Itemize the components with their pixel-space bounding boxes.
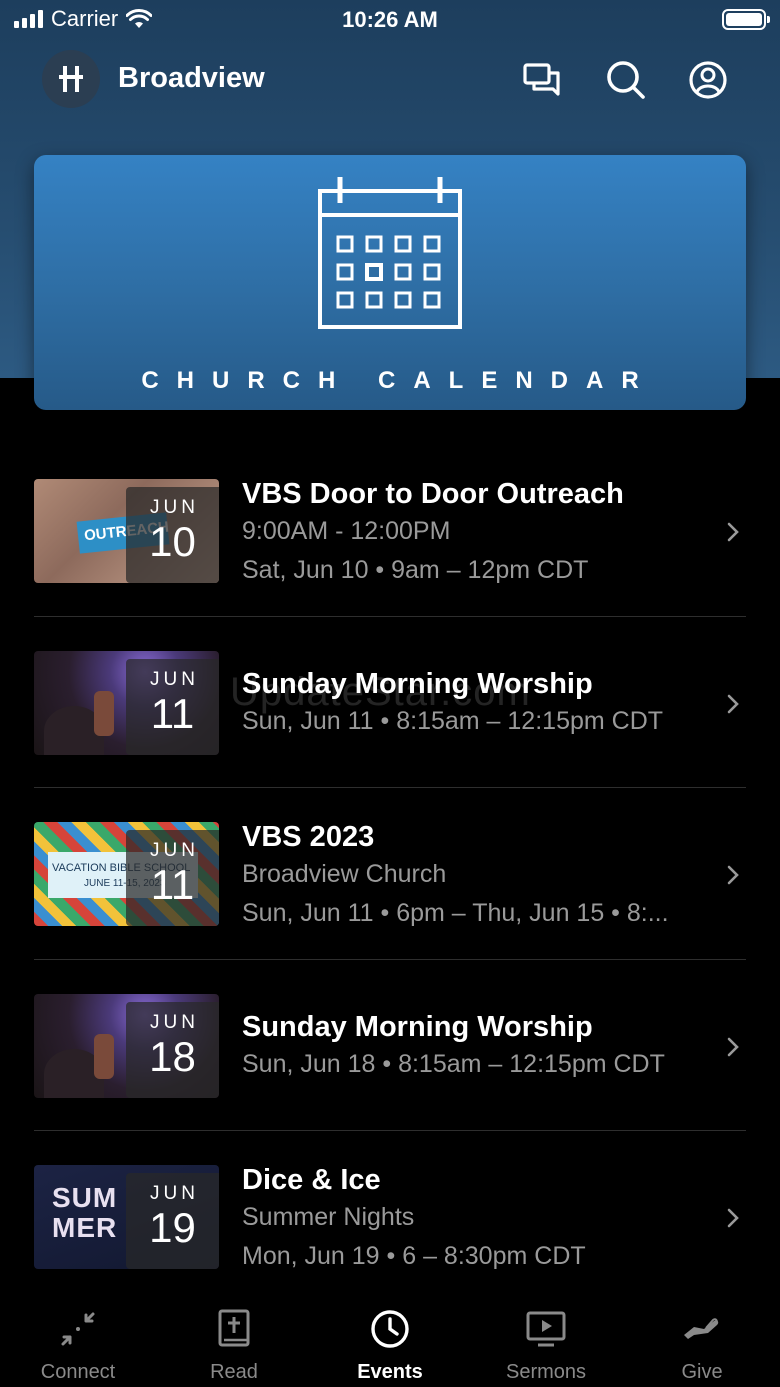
event-datetime: Sat, Jun 10 • 9am – 12pm CDT bbox=[242, 556, 589, 584]
event-subtitle: Summer Nights bbox=[242, 1203, 415, 1231]
event-text: Sunday Morning Worship Sun, Jun 18 • 8:1… bbox=[242, 1010, 712, 1083]
profile-icon[interactable] bbox=[686, 58, 730, 102]
date-day: 18 bbox=[149, 1032, 196, 1080]
search-icon[interactable] bbox=[603, 58, 647, 102]
event-datetime: Mon, Jun 19 • 6 – 8:30pm CDT bbox=[242, 1242, 586, 1270]
event-thumbnail: SUM MER JUN 19 bbox=[34, 1165, 219, 1269]
tab-events[interactable]: Events bbox=[312, 1297, 468, 1387]
tab-label: Connect bbox=[40, 1361, 116, 1383]
event-row[interactable]: VACATION BIBLE SCHOOL JUNE 11-15, 2023 J… bbox=[34, 788, 746, 960]
play-screen-icon bbox=[526, 1311, 566, 1347]
clock-icon bbox=[371, 1310, 409, 1348]
event-title: VBS 2023 bbox=[242, 821, 375, 853]
calendar-icon bbox=[318, 177, 462, 329]
status-time: 10:26 AM bbox=[342, 7, 438, 32]
date-month: JUN bbox=[150, 668, 199, 690]
event-row[interactable]: SUM MER JUN 19 Dice & Ice Summer Nights … bbox=[34, 1131, 746, 1303]
event-thumbnail: JUN 18 bbox=[34, 993, 219, 1098]
church-logo[interactable] bbox=[42, 50, 100, 108]
watermark: UpdateStar.com bbox=[230, 670, 531, 714]
event-text: VBS 2023 Broadview Church Sun, Jun 11 • … bbox=[242, 820, 712, 932]
event-title: VBS Door to Door Outreach bbox=[242, 478, 624, 510]
tab-sermons[interactable]: Sermons bbox=[468, 1297, 624, 1387]
tab-label: Sermons bbox=[505, 1361, 587, 1383]
event-text: VBS Door to Door Outreach 9:00AM - 12:00… bbox=[242, 477, 712, 589]
tab-label: Give bbox=[681, 1361, 723, 1383]
event-row[interactable]: OUTREACH JUN 10 VBS Door to Door Outreac… bbox=[34, 445, 746, 617]
tab-bar: Connect Read Events Sermons Give bbox=[0, 1297, 780, 1387]
tab-read[interactable]: Read bbox=[156, 1297, 312, 1387]
date-month: JUN bbox=[150, 1183, 199, 1204]
date-day: 11 bbox=[150, 861, 195, 908]
event-title: Dice & Ice bbox=[242, 1164, 381, 1196]
connect-icon bbox=[61, 1312, 95, 1346]
date-day: 11 bbox=[150, 689, 195, 737]
tab-label: Events bbox=[357, 1361, 423, 1383]
date-badge: JUN 11 bbox=[126, 658, 219, 755]
date-month: JUN bbox=[150, 497, 199, 518]
app-title: Broadview bbox=[118, 62, 265, 94]
date-month: JUN bbox=[150, 1011, 199, 1033]
event-text: Dice & Ice Summer Nights Mon, Jun 19 • 6… bbox=[242, 1163, 712, 1275]
date-badge: JUN 11 bbox=[126, 830, 219, 926]
date-badge: JUN 10 bbox=[126, 487, 219, 583]
event-row[interactable]: JUN 18 Sunday Morning Worship Sun, Jun 1… bbox=[34, 960, 746, 1131]
event-detail: 9:00AM - 12:00PM bbox=[242, 517, 451, 545]
chat-icon[interactable] bbox=[520, 58, 564, 102]
app-header: Broadview bbox=[0, 48, 780, 112]
event-location: Broadview Church bbox=[242, 860, 447, 888]
date-badge: JUN 19 bbox=[126, 1173, 219, 1269]
battery-icon bbox=[722, 9, 770, 30]
banner-title: CHURCH CALENDAR bbox=[141, 367, 657, 394]
date-month: JUN bbox=[150, 840, 199, 861]
chevron-right-icon bbox=[727, 522, 739, 542]
date-day: 10 bbox=[149, 518, 196, 565]
chevron-right-icon bbox=[727, 1208, 739, 1228]
tab-give[interactable]: Give bbox=[624, 1297, 780, 1387]
event-list: OUTREACH JUN 10 VBS Door to Door Outreac… bbox=[34, 445, 746, 1303]
cross-logo-icon bbox=[59, 66, 83, 92]
chevron-right-icon bbox=[727, 865, 739, 885]
tab-label: Read bbox=[210, 1361, 258, 1383]
event-title: Sunday Morning Worship bbox=[242, 1010, 593, 1043]
event-thumbnail: OUTREACH JUN 10 bbox=[34, 479, 219, 583]
event-thumbnail: JUN 11 bbox=[34, 650, 219, 755]
event-datetime: Sun, Jun 18 • 8:15am – 12:15pm CDT bbox=[242, 1049, 665, 1078]
event-datetime: Sun, Jun 11 • 6pm – Thu, Jun 15 • 8:... bbox=[242, 899, 669, 927]
date-badge: JUN 18 bbox=[126, 1001, 219, 1098]
chevron-right-icon bbox=[727, 1037, 739, 1056]
chevron-right-icon bbox=[727, 694, 739, 713]
tab-connect[interactable]: Connect bbox=[0, 1297, 156, 1387]
give-hand-icon bbox=[684, 1318, 719, 1339]
bible-icon bbox=[218, 1309, 250, 1347]
event-thumbnail: VACATION BIBLE SCHOOL JUNE 11-15, 2023 J… bbox=[34, 822, 219, 926]
status-bar: Carrier 10:26 AM bbox=[0, 0, 780, 40]
date-day: 19 bbox=[149, 1204, 196, 1251]
